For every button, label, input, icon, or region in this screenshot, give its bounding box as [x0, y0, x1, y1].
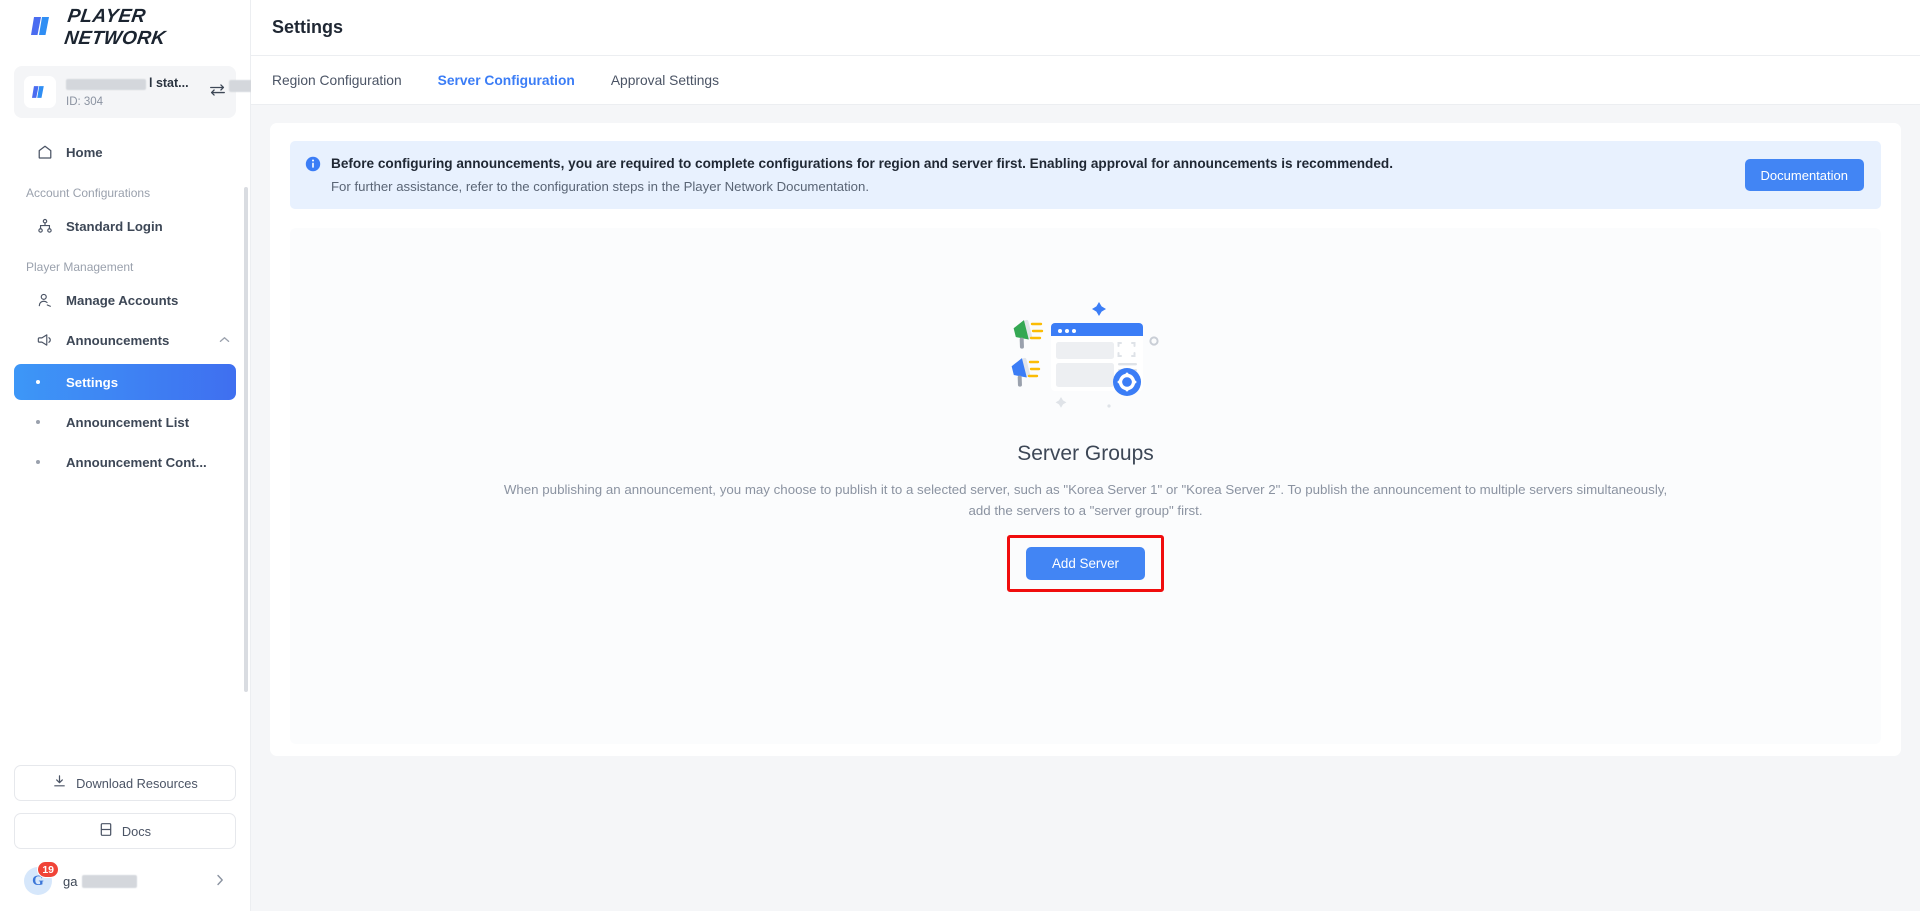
notification-badge: 19	[37, 861, 59, 878]
sidebar-item-label: Manage Accounts	[66, 293, 178, 308]
app-root: PLAYER NETWORK l stat... ID: 304	[0, 0, 1920, 911]
sidebar: PLAYER NETWORK l stat... ID: 304	[0, 0, 251, 911]
sidebar-section-player-management: Player Management	[14, 260, 250, 274]
book-icon	[99, 822, 113, 840]
swap-horizontal-icon[interactable]	[208, 83, 226, 101]
sidebar-item-announcement-list[interactable]: Announcement List	[14, 404, 236, 440]
sidebar-item-label: Announcement List	[66, 415, 189, 430]
home-icon	[36, 144, 53, 161]
page-header: Settings	[251, 0, 1920, 56]
user-profile-row[interactable]: G 19 ga	[14, 861, 236, 901]
info-banner-text: Before configuring announcements, you ar…	[331, 154, 1727, 196]
redaction-bar	[82, 875, 137, 888]
info-banner-line2: For further assistance, refer to the con…	[331, 177, 1727, 196]
empty-state-description: When publishing an announcement, you may…	[493, 479, 1679, 521]
sidebar-scrollbar[interactable]	[244, 187, 248, 692]
megaphone-icon	[36, 332, 53, 349]
info-circle-icon	[305, 156, 321, 177]
add-server-wrapper: Add Server	[1026, 547, 1145, 580]
sidebar-footer: Download Resources Docs G 19 ga	[0, 765, 250, 911]
sidebar-item-settings[interactable]: Settings	[14, 364, 236, 400]
account-switcher[interactable]: l stat... ID: 304	[14, 66, 236, 118]
chevron-up-icon	[219, 336, 230, 344]
download-resources-button[interactable]: Download Resources	[14, 765, 236, 801]
sidebar-item-announcements[interactable]: Announcements	[14, 320, 236, 360]
sidebar-item-standard-login[interactable]: Standard Login	[14, 206, 236, 246]
documentation-button[interactable]: Documentation	[1745, 159, 1864, 191]
empty-state-title: Server Groups	[1017, 442, 1154, 466]
docs-label: Docs	[122, 824, 151, 839]
content-wrapper: Before configuring announcements, you ar…	[251, 105, 1920, 911]
brand-header[interactable]: PLAYER NETWORK	[0, 0, 250, 56]
tab-bar: Region Configuration Server Configuratio…	[251, 56, 1920, 105]
bullet-icon	[36, 380, 40, 384]
sidebar-item-label: Settings	[66, 375, 118, 390]
announcement-browser-window-illustration	[996, 294, 1176, 418]
sidebar-item-manage-accounts[interactable]: Manage Accounts	[14, 280, 236, 320]
add-server-button[interactable]: Add Server	[1026, 547, 1145, 580]
sidebar-item-label: Announcement Cont...	[66, 455, 207, 470]
page-title: Settings	[272, 17, 343, 38]
docs-button[interactable]: Docs	[14, 813, 236, 849]
download-resources-label: Download Resources	[76, 776, 198, 791]
sidebar-item-announcement-content[interactable]: Announcement Cont...	[14, 444, 236, 480]
download-icon	[52, 774, 67, 792]
settings-card: Before configuring announcements, you ar…	[270, 123, 1901, 756]
user-name: ga	[63, 873, 205, 890]
bullet-icon	[36, 460, 40, 464]
redaction-bar	[66, 79, 146, 90]
account-meta: l stat... ID: 304	[66, 74, 198, 110]
bullet-icon	[36, 420, 40, 424]
sidebar-item-label: Standard Login	[66, 219, 163, 234]
tab-region-configuration[interactable]: Region Configuration	[272, 56, 420, 105]
account-name: l stat...	[66, 76, 189, 90]
user-add-icon	[36, 292, 53, 309]
tab-server-configuration[interactable]: Server Configuration	[420, 56, 593, 105]
sidebar-item-label: Announcements	[66, 333, 169, 348]
info-banner: Before configuring announcements, you ar…	[290, 141, 1881, 209]
app-logo-icon	[24, 76, 56, 108]
chevron-right-icon	[216, 874, 232, 889]
sidebar-nav: Home Account Configurations Standard Log…	[0, 132, 250, 765]
sitemap-icon	[36, 218, 53, 235]
player-network-logo-icon	[31, 16, 57, 41]
tab-approval-settings[interactable]: Approval Settings	[593, 56, 737, 105]
sidebar-item-home[interactable]: Home	[14, 132, 236, 172]
sidebar-item-label: Home	[66, 145, 103, 160]
account-id: ID: 304	[66, 96, 103, 108]
empty-state-panel: Server Groups When publishing an announc…	[290, 228, 1881, 744]
avatar: G 19	[24, 867, 52, 895]
info-banner-line1: Before configuring announcements, you ar…	[331, 154, 1727, 173]
sidebar-section-account-configurations: Account Configurations	[14, 186, 250, 200]
main-content: Settings Region Configuration Server Con…	[251, 0, 1920, 911]
brand-name: PLAYER NETWORK	[63, 6, 253, 50]
